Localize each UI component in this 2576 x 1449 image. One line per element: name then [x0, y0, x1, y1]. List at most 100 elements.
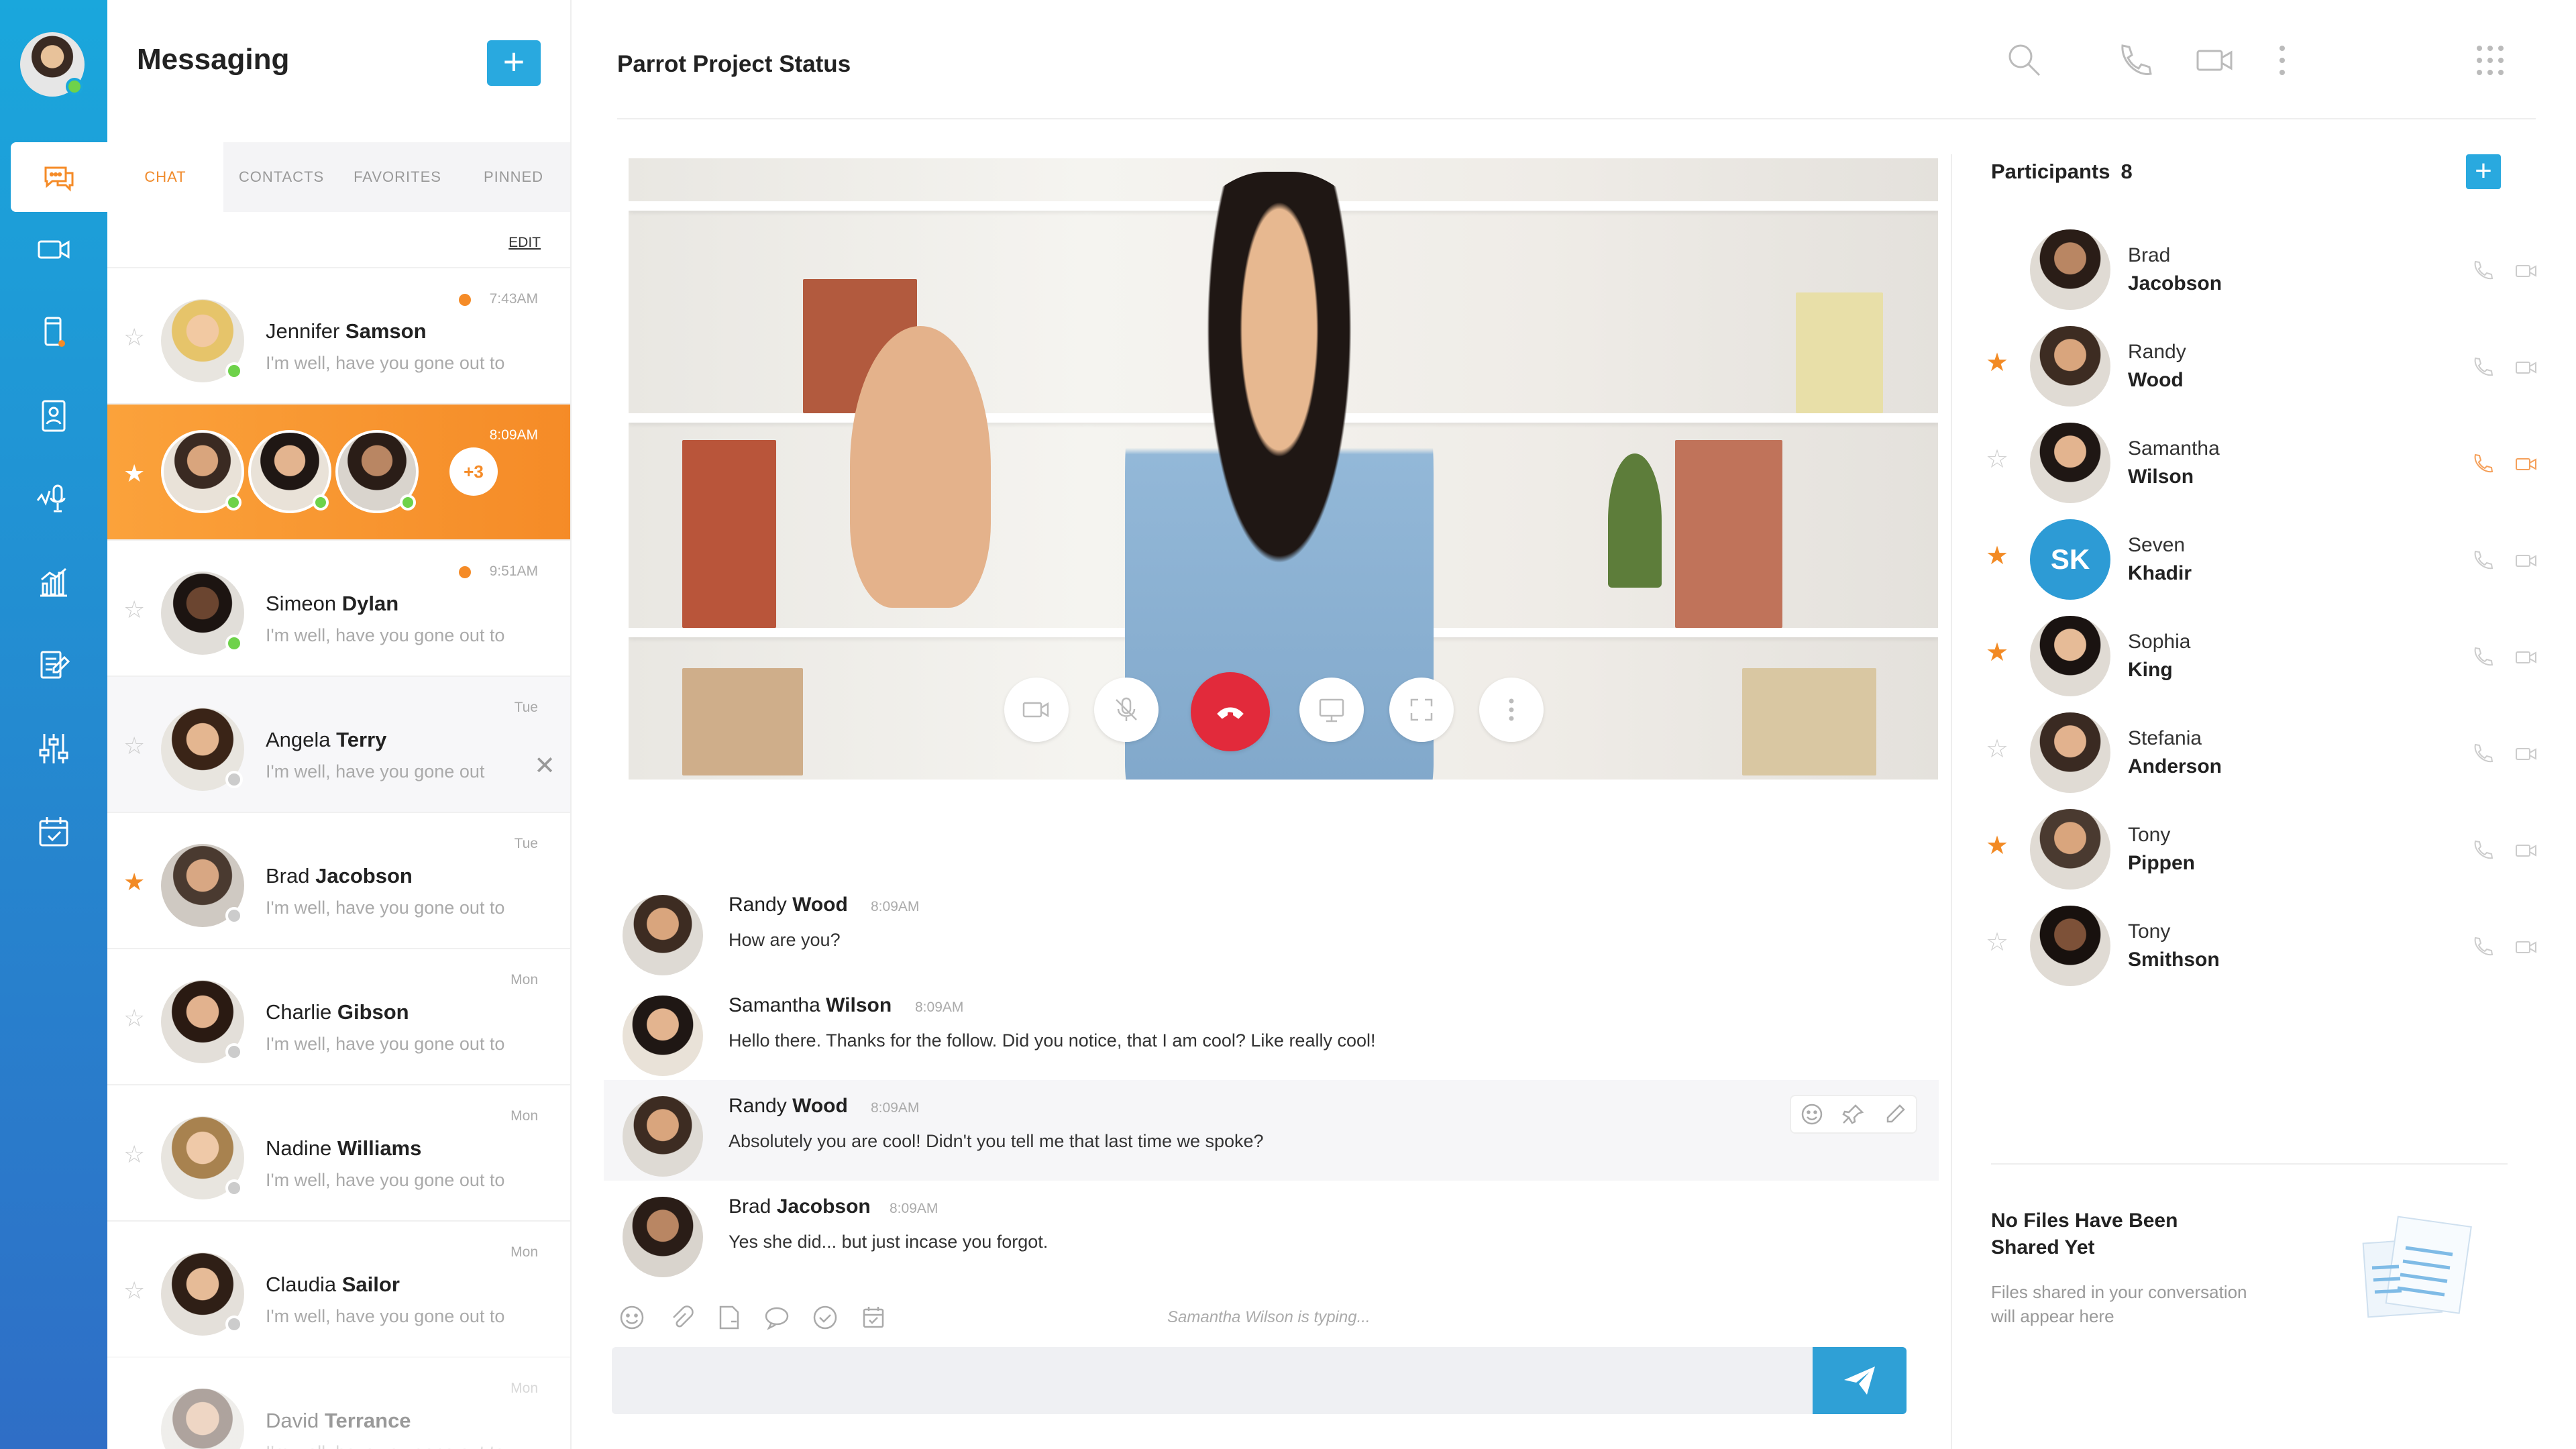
participant-call-button[interactable]: [2470, 645, 2494, 669]
tab-favorites[interactable]: FAVORITES: [339, 142, 455, 212]
participant-call-button[interactable]: [2470, 935, 2494, 959]
more-options-button[interactable]: [2262, 40, 2302, 80]
sender-name: Randy Wood: [729, 1095, 848, 1117]
participant-call-button[interactable]: [2470, 549, 2494, 573]
star-icon[interactable]: ☆: [1986, 444, 2008, 474]
video-call-button[interactable]: [2195, 40, 2235, 80]
tab-pinned[interactable]: PINNED: [455, 142, 570, 212]
contact-name: Jennifer Samson: [266, 319, 427, 343]
star-icon[interactable]: ☆: [123, 1277, 145, 1305]
participant-call-button[interactable]: [2470, 356, 2494, 380]
message[interactable]: Brad Jacobson 8:09AM Yes she did... but …: [604, 1181, 1939, 1281]
star-icon[interactable]: ★: [123, 460, 145, 488]
rail-video-button[interactable]: [0, 215, 107, 284]
message[interactable]: Samantha Wilson 8:09AM Hello there. Than…: [604, 979, 1939, 1080]
star-icon[interactable]: ★: [1986, 830, 2008, 861]
more-participants-badge[interactable]: +3: [449, 447, 498, 496]
participant-item[interactable]: ☆ Tony Smithson: [1986, 898, 2536, 994]
send-button[interactable]: [1813, 1347, 1907, 1414]
rail-contacts-button[interactable]: [0, 381, 107, 451]
group-conversation-item[interactable]: ★ +3 8:09AM: [107, 403, 570, 539]
tab-contacts[interactable]: CONTACTS: [223, 142, 339, 212]
participant-item[interactable]: ★ SK Seven Khadir: [1986, 511, 2536, 608]
participant-video-button[interactable]: [2514, 645, 2544, 669]
sender-name: Samantha Wilson: [729, 994, 892, 1016]
gif-file-icon[interactable]: [714, 1303, 743, 1332]
search-button[interactable]: [2004, 40, 2045, 80]
participant-call-button[interactable]: [2470, 452, 2494, 476]
video-camera-icon: [2516, 362, 2536, 374]
rail-phone-button[interactable]: [0, 298, 107, 368]
conversation-item[interactable]: ☆ Charlie Gibson I'm well, have you gone…: [107, 948, 570, 1084]
call-more-options-button[interactable]: [1479, 678, 1544, 742]
new-conversation-button[interactable]: +: [487, 40, 541, 86]
fullscreen-button[interactable]: [1389, 678, 1454, 742]
participant-video-button[interactable]: [2514, 452, 2544, 476]
participant-video-button[interactable]: [2514, 356, 2544, 380]
conversation-item[interactable]: David Terrance I'm well, have you gone o…: [107, 1356, 570, 1449]
star-icon[interactable]: ☆: [123, 732, 145, 760]
user-avatar[interactable]: [20, 32, 85, 97]
participant-video-button[interactable]: [2514, 549, 2544, 573]
message-time: Mon: [511, 1244, 538, 1260]
close-icon[interactable]: ✕: [534, 751, 555, 781]
conversation-item[interactable]: ☆ Angela Terry I'm well, have you gone o…: [107, 676, 570, 812]
participant-call-button[interactable]: [2470, 259, 2494, 283]
participant-item[interactable]: ☆ Stefania Anderson: [1986, 704, 2536, 801]
participant-video-button[interactable]: [2514, 259, 2544, 283]
calendar-icon[interactable]: [859, 1303, 888, 1332]
rail-analytics-button[interactable]: [0, 547, 107, 617]
message-preview: I'm well, have you gone out to: [266, 625, 505, 645]
rail-chat-button[interactable]: [11, 142, 107, 212]
add-participant-button[interactable]: +: [2466, 154, 2501, 189]
sms-bubble-icon[interactable]: [762, 1303, 792, 1332]
edit-pencil-icon[interactable]: [1882, 1102, 1908, 1127]
star-icon[interactable]: ★: [1986, 347, 2008, 378]
toggle-camera-button[interactable]: [1004, 678, 1069, 742]
participant-call-button[interactable]: [2470, 742, 2494, 766]
share-screen-button[interactable]: [1299, 678, 1364, 742]
participant-item[interactable]: Brad Jacobson: [1986, 221, 2536, 318]
participant-item[interactable]: ★ Sophia King: [1986, 608, 2536, 704]
participant-item[interactable]: ★ Randy Wood: [1986, 318, 2536, 415]
rail-calendar-button[interactable]: [0, 797, 107, 867]
star-icon[interactable]: ★: [123, 868, 145, 896]
participant-item[interactable]: ☆ Samantha Wilson: [1986, 415, 2536, 511]
voice-call-button[interactable]: [2113, 40, 2153, 80]
star-icon[interactable]: ☆: [123, 1004, 145, 1032]
conversation-item[interactable]: ★ Brad Jacobson I'm well, have you gone …: [107, 812, 570, 948]
emoji-icon[interactable]: [617, 1303, 647, 1332]
participant-item[interactable]: ★ Tony Pippen: [1986, 801, 2536, 898]
conversation-item[interactable]: ☆ Simeon Dylan I'm well, have you gone o…: [107, 539, 570, 676]
participant-video-button[interactable]: [2514, 935, 2544, 959]
app-grid-button[interactable]: [2470, 40, 2510, 80]
star-icon[interactable]: ☆: [123, 1140, 145, 1169]
message[interactable]: Randy Wood 8:09AM How are you?: [604, 879, 1939, 979]
conversation-item[interactable]: ☆ Jennifer Samson I'm well, have you gon…: [107, 267, 570, 403]
star-icon[interactable]: ☆: [1986, 734, 2008, 764]
participant-call-button[interactable]: [2470, 839, 2494, 863]
pin-icon[interactable]: [1841, 1102, 1866, 1127]
message[interactable]: Randy Wood 8:09AM Absolutely you are coo…: [604, 1080, 1939, 1181]
check-circle-icon[interactable]: [810, 1303, 840, 1332]
emoji-icon[interactable]: [1799, 1102, 1825, 1127]
rail-settings-button[interactable]: [0, 714, 107, 784]
rail-notes-button[interactable]: [0, 631, 107, 700]
star-icon[interactable]: ☆: [1986, 927, 2008, 957]
participant-video-button[interactable]: [2514, 742, 2544, 766]
star-icon[interactable]: ☆: [123, 323, 145, 352]
message-input[interactable]: [612, 1347, 1813, 1414]
star-icon[interactable]: ★: [1986, 541, 2008, 571]
online-status-dot: [400, 494, 416, 511]
mute-microphone-button[interactable]: [1094, 678, 1159, 742]
conversation-item[interactable]: ☆ Claudia Sailor I'm well, have you gone…: [107, 1220, 570, 1356]
star-icon[interactable]: ★: [1986, 637, 2008, 667]
star-icon[interactable]: ☆: [123, 596, 145, 624]
edit-link[interactable]: EDIT: [508, 235, 541, 251]
rail-voice-button[interactable]: [0, 464, 107, 534]
attachment-icon[interactable]: [665, 1303, 695, 1332]
conversation-item[interactable]: ☆ Nadine Williams I'm well, have you gon…: [107, 1084, 570, 1220]
end-call-button[interactable]: [1191, 672, 1270, 751]
tab-chat[interactable]: CHAT: [107, 142, 223, 212]
participant-video-button[interactable]: [2514, 839, 2544, 863]
